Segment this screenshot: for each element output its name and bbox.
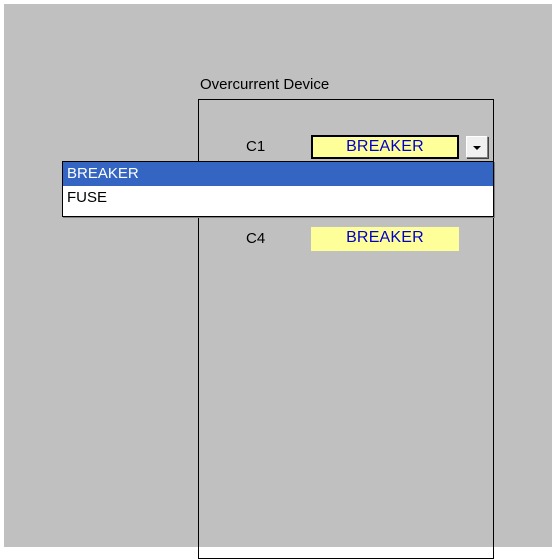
cell-c1-breaker[interactable]: BREAKER [311, 135, 459, 159]
row-label-c1: C1 [246, 138, 266, 155]
dropdown-option-fuse[interactable]: FUSE [63, 186, 493, 210]
row-label-c4: C4 [246, 230, 266, 247]
cell-c4-breaker[interactable]: BREAKER [311, 227, 459, 251]
group-title: Overcurrent Device [200, 76, 334, 94]
dropdown-list[interactable]: BREAKER FUSE [62, 161, 494, 217]
dropdown-option-breaker[interactable]: BREAKER [63, 162, 493, 186]
chevron-down-icon [473, 146, 481, 150]
dropdown-button[interactable] [466, 136, 488, 158]
